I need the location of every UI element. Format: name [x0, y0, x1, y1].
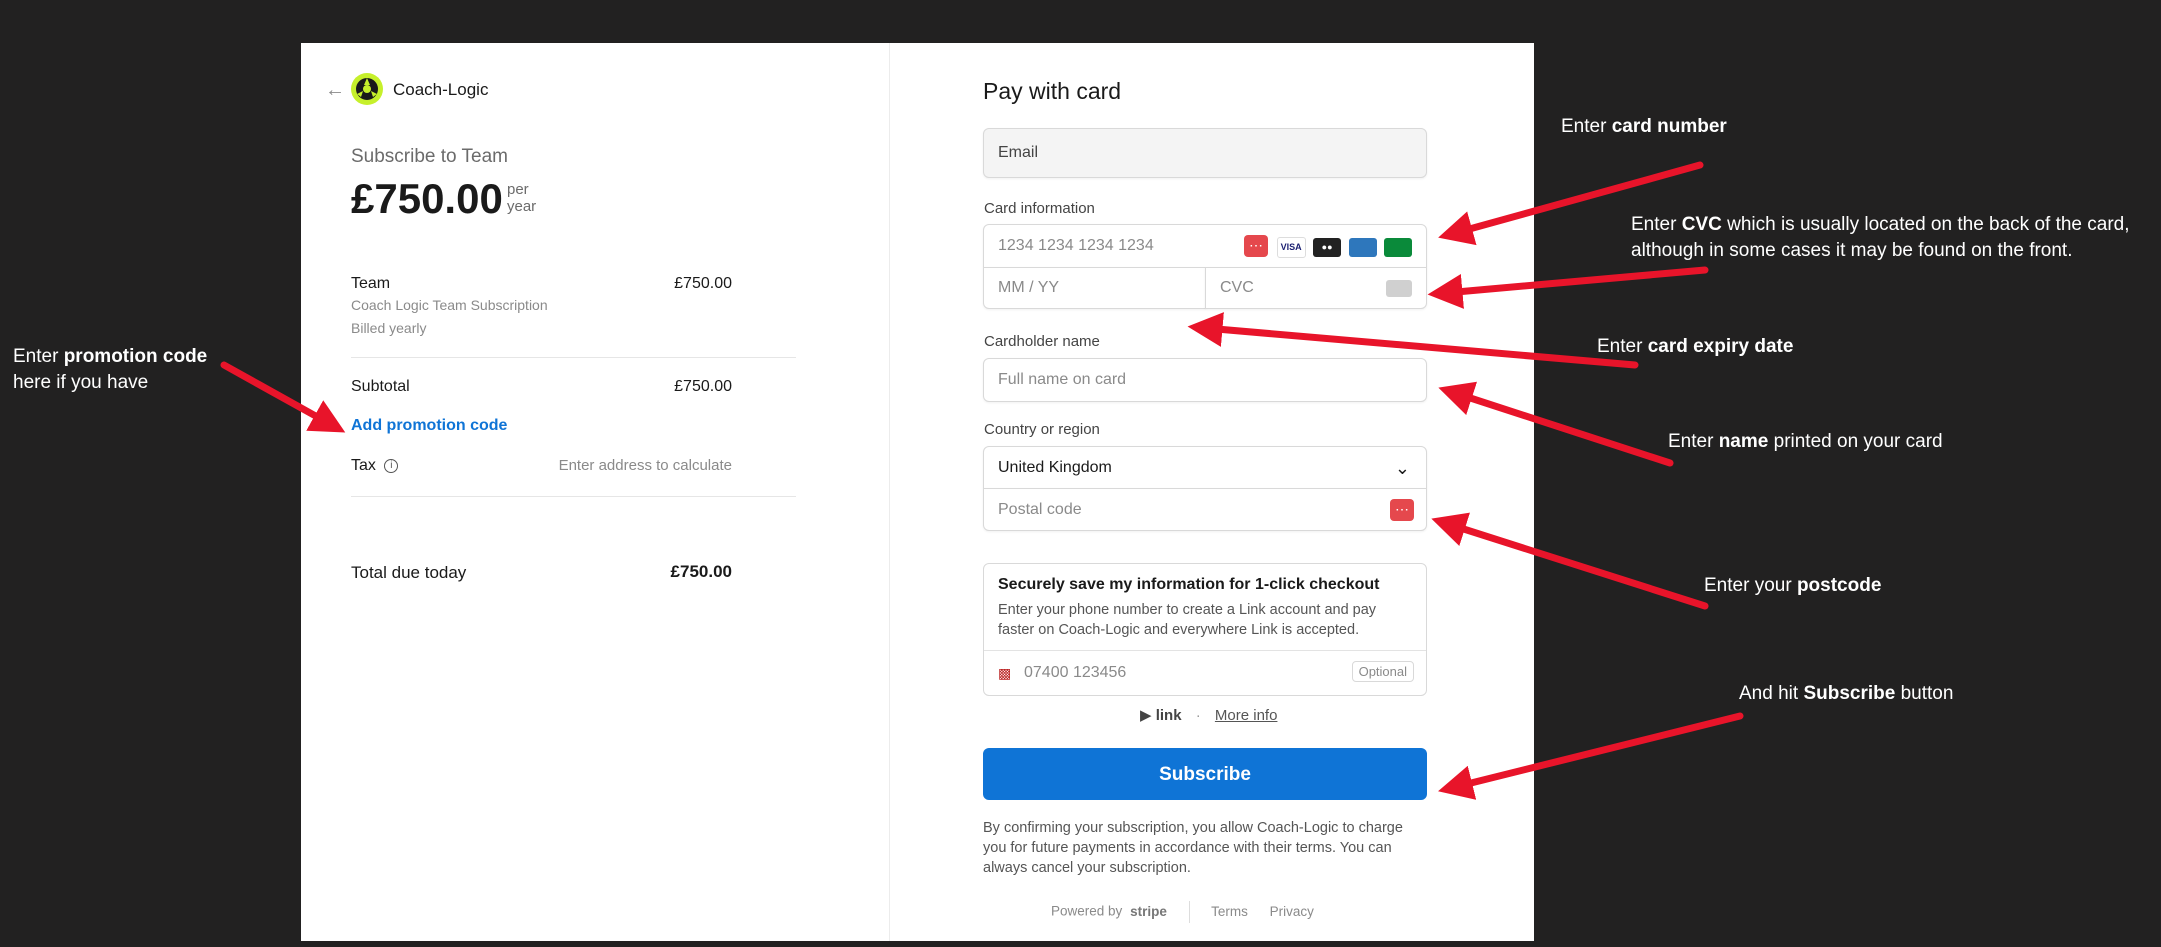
- arrow-promo: [220, 361, 346, 433]
- arrow-expiry: [1187, 312, 1639, 369]
- arrow-subscribe: [1438, 712, 1744, 800]
- arrow-name: [1438, 381, 1674, 467]
- arrow-card-number: [1438, 161, 1704, 246]
- arrow-cvc: [1427, 266, 1709, 309]
- annotation-arrows: [220, 161, 1744, 800]
- arrow-postcode: [1431, 512, 1709, 610]
